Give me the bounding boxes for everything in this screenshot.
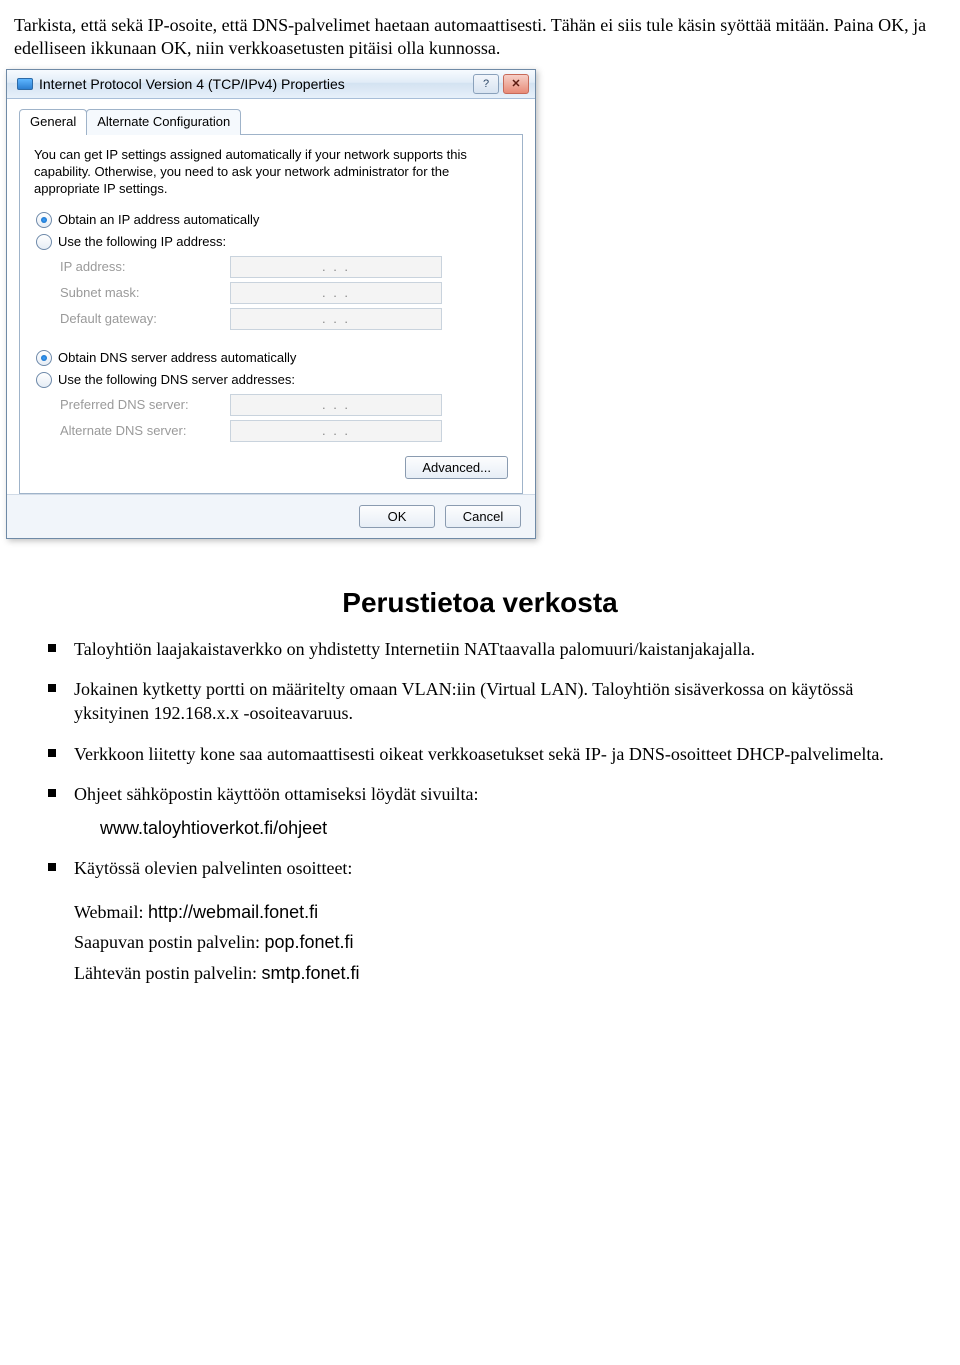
tab-alternate[interactable]: Alternate Configuration: [86, 109, 241, 135]
close-button[interactable]: ✕: [503, 74, 529, 94]
field-label: Default gateway:: [60, 311, 230, 326]
radio-dns-manual[interactable]: Use the following DNS server addresses:: [36, 372, 508, 388]
radio-label: Use the following DNS server addresses:: [58, 372, 295, 387]
radio-icon: [36, 372, 52, 388]
guide-link: www.taloyhtioverkot.fi/ohjeet: [100, 816, 932, 840]
list-item: Verkkoon liitetty kone saa automaattises…: [48, 742, 932, 766]
list-item: Ohjeet sähköpostin käyttöön ottamiseksi …: [48, 782, 932, 841]
field-subnet-mask: Subnet mask: . . .: [60, 282, 508, 304]
field-alternate-dns: Alternate DNS server: . . .: [60, 420, 508, 442]
field-label: Subnet mask:: [60, 285, 230, 300]
list-item: Käytössä olevien palvelinten osoitteet:: [48, 856, 932, 880]
cancel-button[interactable]: Cancel: [445, 505, 521, 528]
ip-address-input[interactable]: . . .: [230, 256, 442, 278]
section-heading: Perustietoa verkosta: [0, 587, 960, 619]
radio-dns-automatic[interactable]: Obtain DNS server address automatically: [36, 350, 508, 366]
network-card-icon: [17, 78, 33, 90]
radio-icon: [36, 212, 52, 228]
tab-bar: General Alternate Configuration: [19, 109, 523, 135]
ok-button[interactable]: OK: [359, 505, 435, 528]
default-gateway-input[interactable]: . . .: [230, 308, 442, 330]
tab-general[interactable]: General: [19, 109, 87, 135]
field-label: IP address:: [60, 259, 230, 274]
dialog-titlebar[interactable]: Internet Protocol Version 4 (TCP/IPv4) P…: [7, 70, 535, 99]
radio-label: Use the following IP address:: [58, 234, 226, 249]
webmail-value: http://webmail.fonet.fi: [148, 902, 318, 922]
field-ip-address: IP address: . . .: [60, 256, 508, 278]
server-addresses: Webmail: http://webmail.fonet.fi Saapuva…: [74, 897, 960, 989]
radio-ip-manual[interactable]: Use the following IP address:: [36, 234, 508, 250]
subnet-mask-input[interactable]: . . .: [230, 282, 442, 304]
list-item: Jokainen kytketty portti on määritelty o…: [48, 677, 932, 726]
field-default-gateway: Default gateway: . . .: [60, 308, 508, 330]
field-preferred-dns: Preferred DNS server: . . .: [60, 394, 508, 416]
list-item-text: Ohjeet sähköpostin käyttöön ottamiseksi …: [74, 784, 478, 804]
radio-ip-automatic[interactable]: Obtain an IP address automatically: [36, 212, 508, 228]
advanced-button[interactable]: Advanced...: [405, 456, 508, 479]
dialog-description: You can get IP settings assigned automat…: [34, 147, 508, 198]
outgoing-label: Lähtevän postin palvelin:: [74, 963, 261, 983]
info-list: Taloyhtiön laajakaistaverkko on yhdistet…: [48, 637, 932, 881]
radio-icon: [36, 234, 52, 250]
outgoing-value: smtp.fonet.fi: [261, 963, 359, 983]
list-item: Taloyhtiön laajakaistaverkko on yhdistet…: [48, 637, 932, 661]
webmail-label: Webmail:: [74, 902, 148, 922]
radio-label: Obtain an IP address automatically: [58, 212, 259, 227]
dialog-title: Internet Protocol Version 4 (TCP/IPv4) P…: [39, 76, 345, 92]
preferred-dns-input[interactable]: . . .: [230, 394, 442, 416]
radio-label: Obtain DNS server address automatically: [58, 350, 296, 365]
field-label: Preferred DNS server:: [60, 397, 230, 412]
help-button[interactable]: ?: [473, 74, 499, 94]
tab-pane-general: You can get IP settings assigned automat…: [19, 134, 523, 494]
ipv4-properties-dialog: Internet Protocol Version 4 (TCP/IPv4) P…: [6, 69, 536, 539]
incoming-value: pop.fonet.fi: [264, 932, 353, 952]
radio-icon: [36, 350, 52, 366]
intro-paragraph: Tarkista, että sekä IP-osoite, että DNS-…: [14, 14, 932, 59]
alternate-dns-input[interactable]: . . .: [230, 420, 442, 442]
field-label: Alternate DNS server:: [60, 423, 230, 438]
incoming-label: Saapuvan postin palvelin:: [74, 932, 264, 952]
